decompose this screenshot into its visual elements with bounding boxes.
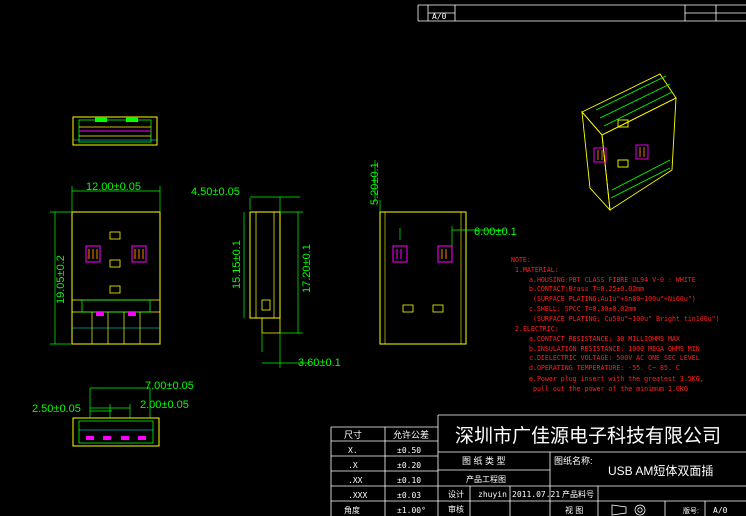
tolerance-row-value: ±0.20 bbox=[397, 461, 421, 470]
note-line: pull out the power of the minimum 1.0KG bbox=[533, 385, 688, 393]
isometric-view bbox=[581, 73, 677, 212]
side-tail-dimension: 3.60±0.1 bbox=[298, 357, 341, 369]
rear-view bbox=[379, 211, 467, 345]
version-value: A/0 bbox=[713, 506, 728, 515]
designer-name: zhuyin bbox=[478, 490, 507, 499]
design-label: 设计 bbox=[448, 489, 464, 499]
tolerance-row-value: ±1.00° bbox=[397, 506, 426, 515]
tolerance-row-value: ±0.10 bbox=[397, 476, 421, 485]
bottom-view bbox=[72, 417, 160, 447]
tolerance-row-value: ±0.50 bbox=[397, 446, 421, 455]
design-date: 2011.07.21 bbox=[512, 490, 560, 499]
note-line: b.INSULATION RESISTANCE: 1000 MEGA OHMS … bbox=[529, 345, 700, 353]
side-thickness-dimension: 4.50±0.05 bbox=[191, 186, 240, 198]
drawing-name-label: 图纸名称: bbox=[554, 455, 593, 466]
side-outer-height-dimension: 17.20±0.1 bbox=[301, 244, 313, 293]
front-height-dimension: 19.05±0.2 bbox=[55, 255, 67, 304]
note-line: b.CONTACT:Brass T=0.25±0.02mm bbox=[529, 285, 644, 293]
projection-symbol-icon bbox=[611, 504, 646, 516]
note-line: (SURFACE PLATING: Cu50u"~100u" Bright ti… bbox=[533, 315, 720, 323]
note-line: c.DIELECTRIC VOLTAGE: 500V AC ONE SEC LE… bbox=[529, 354, 700, 362]
version-label: 版号: bbox=[683, 506, 699, 515]
engineering-drawing: A/0 12.00±0.05 19.05±0.2 4.50±0.05 15.15… bbox=[32, 4, 746, 516]
note-line: (SURFACE PLATING:Au1u"+Sn80~100u"+Ni60u"… bbox=[533, 295, 696, 303]
note-line: d.OPERATING TEMPERATURE: -55. C~ 85. C bbox=[529, 364, 680, 372]
rear-top-dimension: 5.20±0.1 bbox=[369, 162, 381, 205]
part-number-label: 产品料号 bbox=[562, 489, 594, 499]
tolerance-row-size: .XXX bbox=[348, 491, 367, 500]
tolerance-row-value: ±0.03 bbox=[397, 491, 421, 500]
bottom-mid-dimension: 2.00±0.05 bbox=[140, 399, 189, 411]
note-line: c.SHELL: SPCC T=0.30±0.02mm bbox=[529, 305, 636, 313]
note-line: a.HOUSING:PBT CLASS FIBRE UL94 V-0 : WHI… bbox=[529, 276, 696, 284]
revision-strip-rev: A/0 bbox=[432, 12, 447, 21]
tolerance-row-size: .X bbox=[348, 461, 358, 470]
notes-title: NOTE: bbox=[511, 256, 531, 264]
note-line: e.Power plug insert with the greatest 3.… bbox=[529, 375, 704, 383]
tolerance-row-size: .XX bbox=[348, 476, 363, 485]
revision-strip bbox=[417, 4, 746, 22]
front-view bbox=[71, 211, 161, 345]
bottom-span-dimension: 7.00±0.05 bbox=[145, 380, 194, 392]
tolerance-row-size: 角度 bbox=[344, 505, 360, 515]
tolerance-header-tolerance: 允许公差 bbox=[393, 429, 429, 440]
note-line: 2.ELECTRIC: bbox=[515, 325, 559, 333]
drawing-name: USB AM短体双面插 bbox=[608, 464, 713, 478]
side-view bbox=[249, 198, 281, 334]
company-name: 深圳市广佳源电子科技有限公司 bbox=[455, 425, 721, 447]
drawing-type-label: 图 纸 类 型 bbox=[462, 455, 506, 466]
product-drawing-label: 产品工程图 bbox=[466, 474, 506, 484]
rear-window-dimension: 6.00±0.1 bbox=[474, 226, 517, 238]
note-line: 1.MATERIAL: bbox=[515, 266, 559, 274]
top-view bbox=[72, 116, 158, 146]
tolerance-row-size: X. bbox=[348, 446, 358, 455]
tolerance-header-size: 尺寸 bbox=[344, 429, 362, 440]
review-label: 审核 bbox=[448, 504, 464, 514]
note-line: a.CONTACT RESISTANCE: 30 MILLIOHMS MAX bbox=[529, 335, 680, 343]
view-label: 视 图 bbox=[565, 505, 583, 515]
front-width-dimension: 12.00±0.05 bbox=[86, 181, 141, 193]
notes-block: NOTE: 1.MATERIAL: a.HOUSING:PBT CLASS FI… bbox=[511, 256, 720, 393]
side-inner-height-dimension: 15.15±0.1 bbox=[231, 240, 243, 289]
bottom-left-dimension: 2.50±0.05 bbox=[32, 403, 81, 415]
